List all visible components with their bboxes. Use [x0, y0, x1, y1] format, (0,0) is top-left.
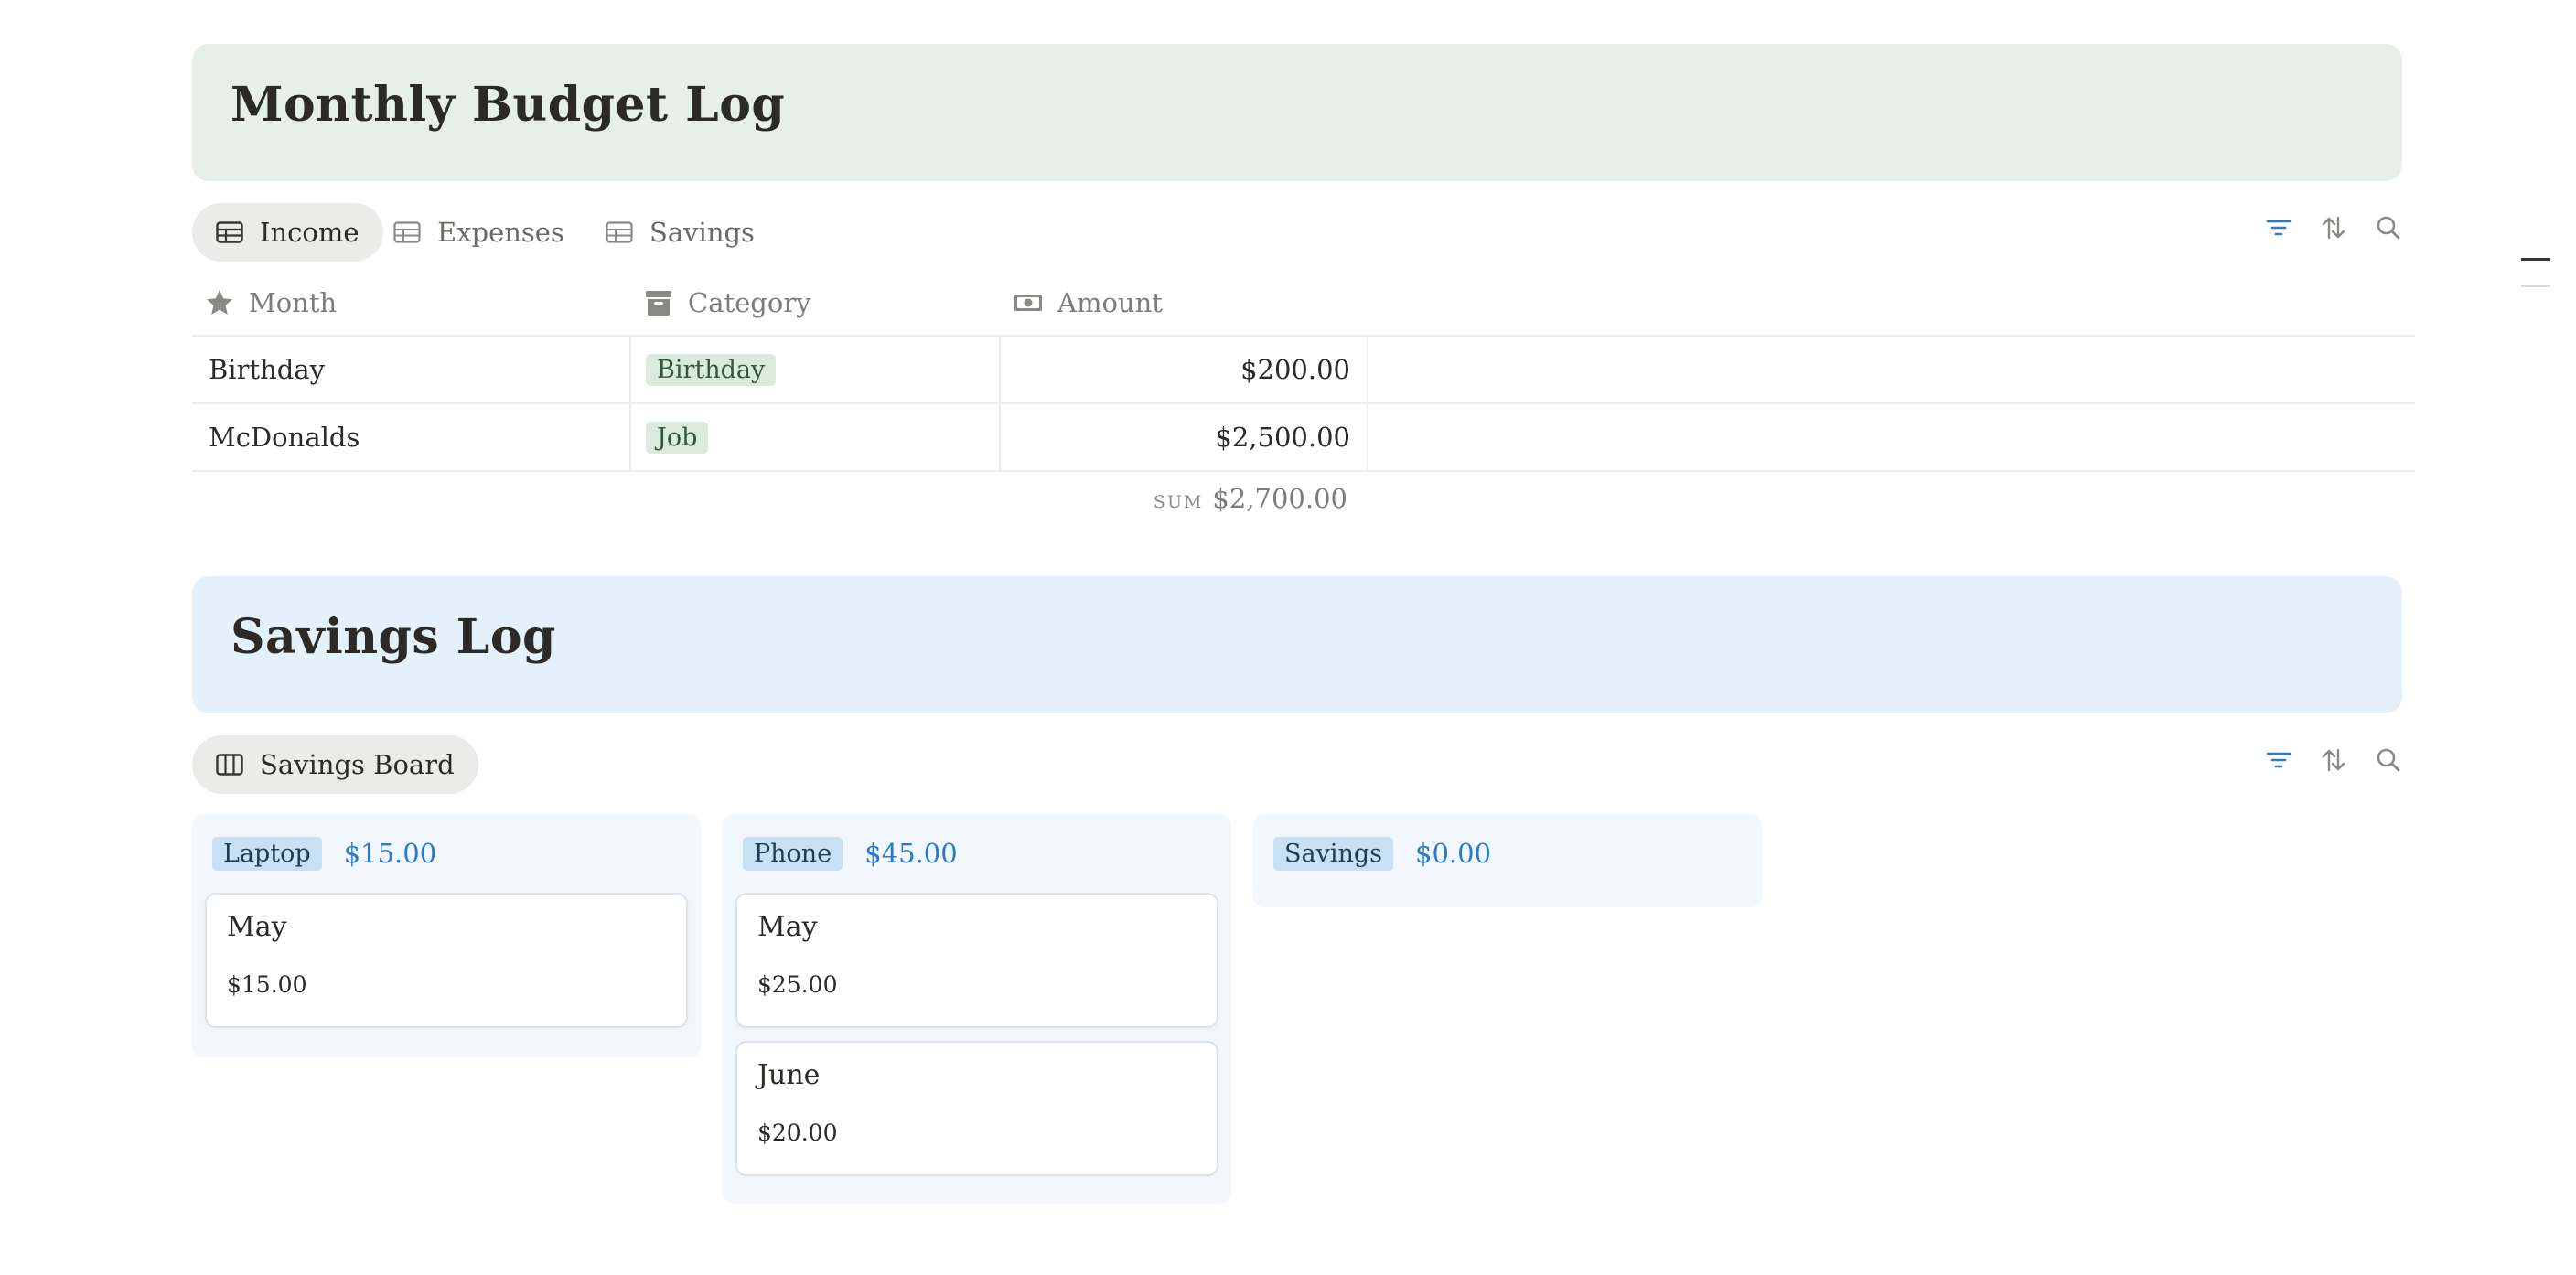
cell-month[interactable]: McDonalds	[209, 404, 629, 470]
cell-category[interactable]: Birthday	[629, 337, 999, 402]
filter-icon[interactable]	[2265, 746, 2292, 774]
cell-category[interactable]: Job	[629, 404, 999, 470]
tab-income[interactable]: Income	[192, 203, 383, 262]
table-row[interactable]: McDonalds Job $2,500.00	[192, 402, 2415, 470]
card-amount: $25.00	[757, 971, 838, 998]
sort-icon[interactable]	[2320, 214, 2347, 241]
table-row[interactable]: Birthday Birthday $200.00	[192, 335, 2415, 402]
board-card[interactable]: May $15.00	[205, 893, 688, 1028]
filter-icon[interactable]	[2265, 214, 2292, 241]
card-title: May	[757, 911, 818, 943]
savings-title: Savings Log	[231, 609, 556, 665]
tab-savings[interactable]: Savings	[582, 203, 778, 262]
column-label: Amount	[1057, 287, 1163, 318]
sort-icon[interactable]	[2320, 746, 2347, 774]
star-icon	[207, 290, 232, 315]
cell-amount[interactable]: $200.00	[999, 337, 1368, 402]
table-icon	[606, 221, 633, 243]
column-header-month[interactable]: Month	[205, 271, 337, 335]
tab-label: Savings	[649, 217, 755, 248]
card-title: June	[757, 1059, 821, 1091]
board-column-header: Phone $45.00	[723, 814, 1231, 893]
outline-marker[interactable]	[2521, 285, 2550, 287]
board-card[interactable]: May $25.00	[735, 893, 1218, 1028]
money-icon	[1014, 295, 1042, 311]
view-tools	[2265, 214, 2402, 241]
tab-label: Expenses	[437, 217, 564, 248]
group-tag[interactable]: Phone	[743, 836, 843, 871]
board-column-header: Savings $0.00	[1253, 814, 1762, 893]
tab-expenses[interactable]: Expenses	[370, 203, 588, 262]
group-tag[interactable]: Savings	[1273, 836, 1394, 871]
sum-value: $2,700.00	[1212, 483, 1347, 514]
savings-banner: Savings Log	[192, 576, 2402, 713]
card-title: May	[227, 911, 287, 943]
card-amount: $20.00	[757, 1120, 838, 1146]
column-label: Category	[688, 287, 811, 318]
tab-label: Income	[260, 217, 360, 248]
savings-view-tabs: Savings Board	[192, 735, 2402, 796]
archive-icon	[646, 291, 671, 316]
group-total: $15.00	[343, 838, 437, 869]
search-icon[interactable]	[2375, 214, 2402, 241]
column-label: Month	[249, 287, 338, 318]
sum-label: SUM	[1153, 492, 1204, 512]
table-bottom-divider	[192, 470, 2415, 472]
tab-label: Savings Board	[260, 749, 455, 780]
board-card[interactable]: June $20.00	[735, 1041, 1218, 1176]
view-tools	[2265, 746, 2402, 774]
table-icon	[393, 221, 421, 243]
budget-title: Monthly Budget Log	[231, 77, 786, 133]
column-header-amount[interactable]: Amount	[1014, 271, 1163, 335]
budget-view-tabs: Income Expenses Savings	[192, 203, 2402, 263]
outline-marker[interactable]	[2521, 258, 2550, 261]
board-column-laptop: Laptop $15.00 May $15.00	[192, 814, 701, 1057]
column-header-category[interactable]: Category	[644, 271, 811, 335]
category-tag: Birthday	[646, 353, 777, 386]
cell-amount[interactable]: $2,500.00	[999, 404, 1368, 470]
table-icon	[216, 221, 243, 243]
group-tag[interactable]: Laptop	[212, 836, 322, 871]
amount-sum[interactable]: SUM $2,700.00	[1006, 483, 1347, 514]
tab-savings-board[interactable]: Savings Board	[192, 735, 478, 794]
group-total: $45.00	[864, 838, 958, 869]
board-icon	[216, 754, 243, 776]
board-column-phone: Phone $45.00 May $25.00 June $20.00	[723, 814, 1231, 1204]
group-total: $0.00	[1415, 838, 1492, 869]
category-tag: Job	[646, 421, 709, 454]
budget-banner: Monthly Budget Log	[192, 44, 2402, 181]
board-column-savings: Savings $0.00	[1253, 814, 1762, 907]
card-amount: $15.00	[227, 971, 307, 998]
cell-month[interactable]: Birthday	[209, 337, 629, 402]
search-icon[interactable]	[2375, 746, 2402, 774]
board-column-header: Laptop $15.00	[192, 814, 701, 893]
table-header: Month Category Amount	[192, 271, 2415, 335]
